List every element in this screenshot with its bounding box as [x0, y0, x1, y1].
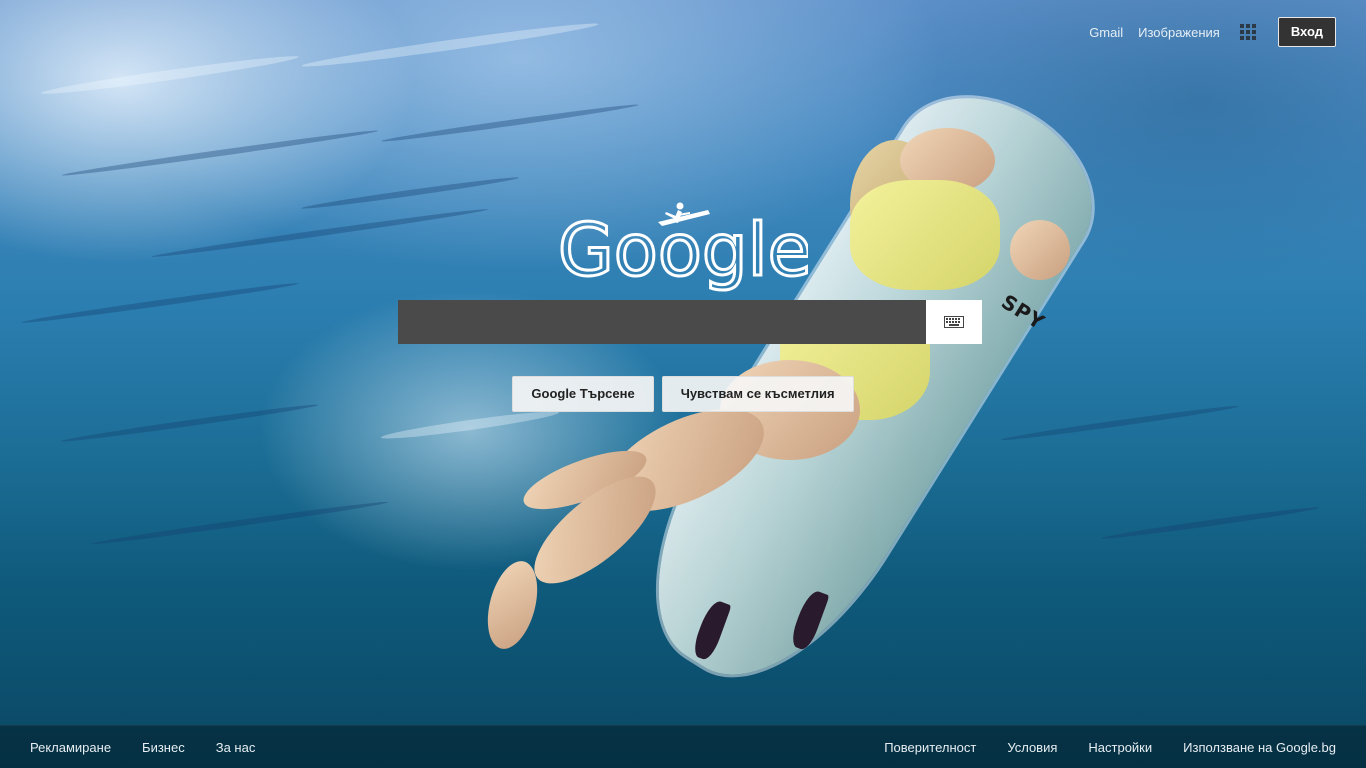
footer-business-link[interactable]: Бизнес [142, 740, 185, 755]
feeling-lucky-button[interactable]: Чувствам се късметлия [661, 376, 854, 412]
footer-privacy-link[interactable]: Поверителност [884, 740, 976, 755]
footer-use-google-bg-link[interactable]: Използване на Google.bg [1183, 740, 1336, 755]
footer-right-links: Поверителност Условия Настройки Използва… [853, 740, 1366, 755]
google-logo: Google [558, 202, 808, 292]
footer-left-links: Рекламиране Бизнес За нас [0, 740, 286, 755]
signin-button[interactable]: Вход [1277, 17, 1336, 47]
search-input[interactable] [398, 300, 926, 344]
keyboard-button[interactable] [926, 300, 982, 344]
keyboard-icon [944, 316, 964, 328]
footer-advertising-link[interactable]: Рекламиране [30, 740, 111, 755]
footer-about-link[interactable]: За нас [216, 740, 256, 755]
search-buttons: Google Търсене Чувствам се късметлия [0, 376, 1366, 412]
footer-settings-link[interactable]: Настройки [1088, 740, 1152, 755]
apps-grid-icon[interactable] [1239, 24, 1256, 40]
search-box [398, 300, 982, 344]
footer: Рекламиране Бизнес За нас Поверителност … [0, 725, 1366, 768]
gmail-link[interactable]: Gmail [1089, 25, 1123, 40]
images-link[interactable]: Изображения [1138, 25, 1220, 40]
footer-terms-link[interactable]: Условия [1007, 740, 1057, 755]
top-bar: Gmail Изображения Вход [1074, 17, 1336, 47]
google-search-button[interactable]: Google Търсене [512, 376, 654, 412]
page-background: SPY Gmail Изображения Вход Google Google… [0, 0, 1366, 768]
